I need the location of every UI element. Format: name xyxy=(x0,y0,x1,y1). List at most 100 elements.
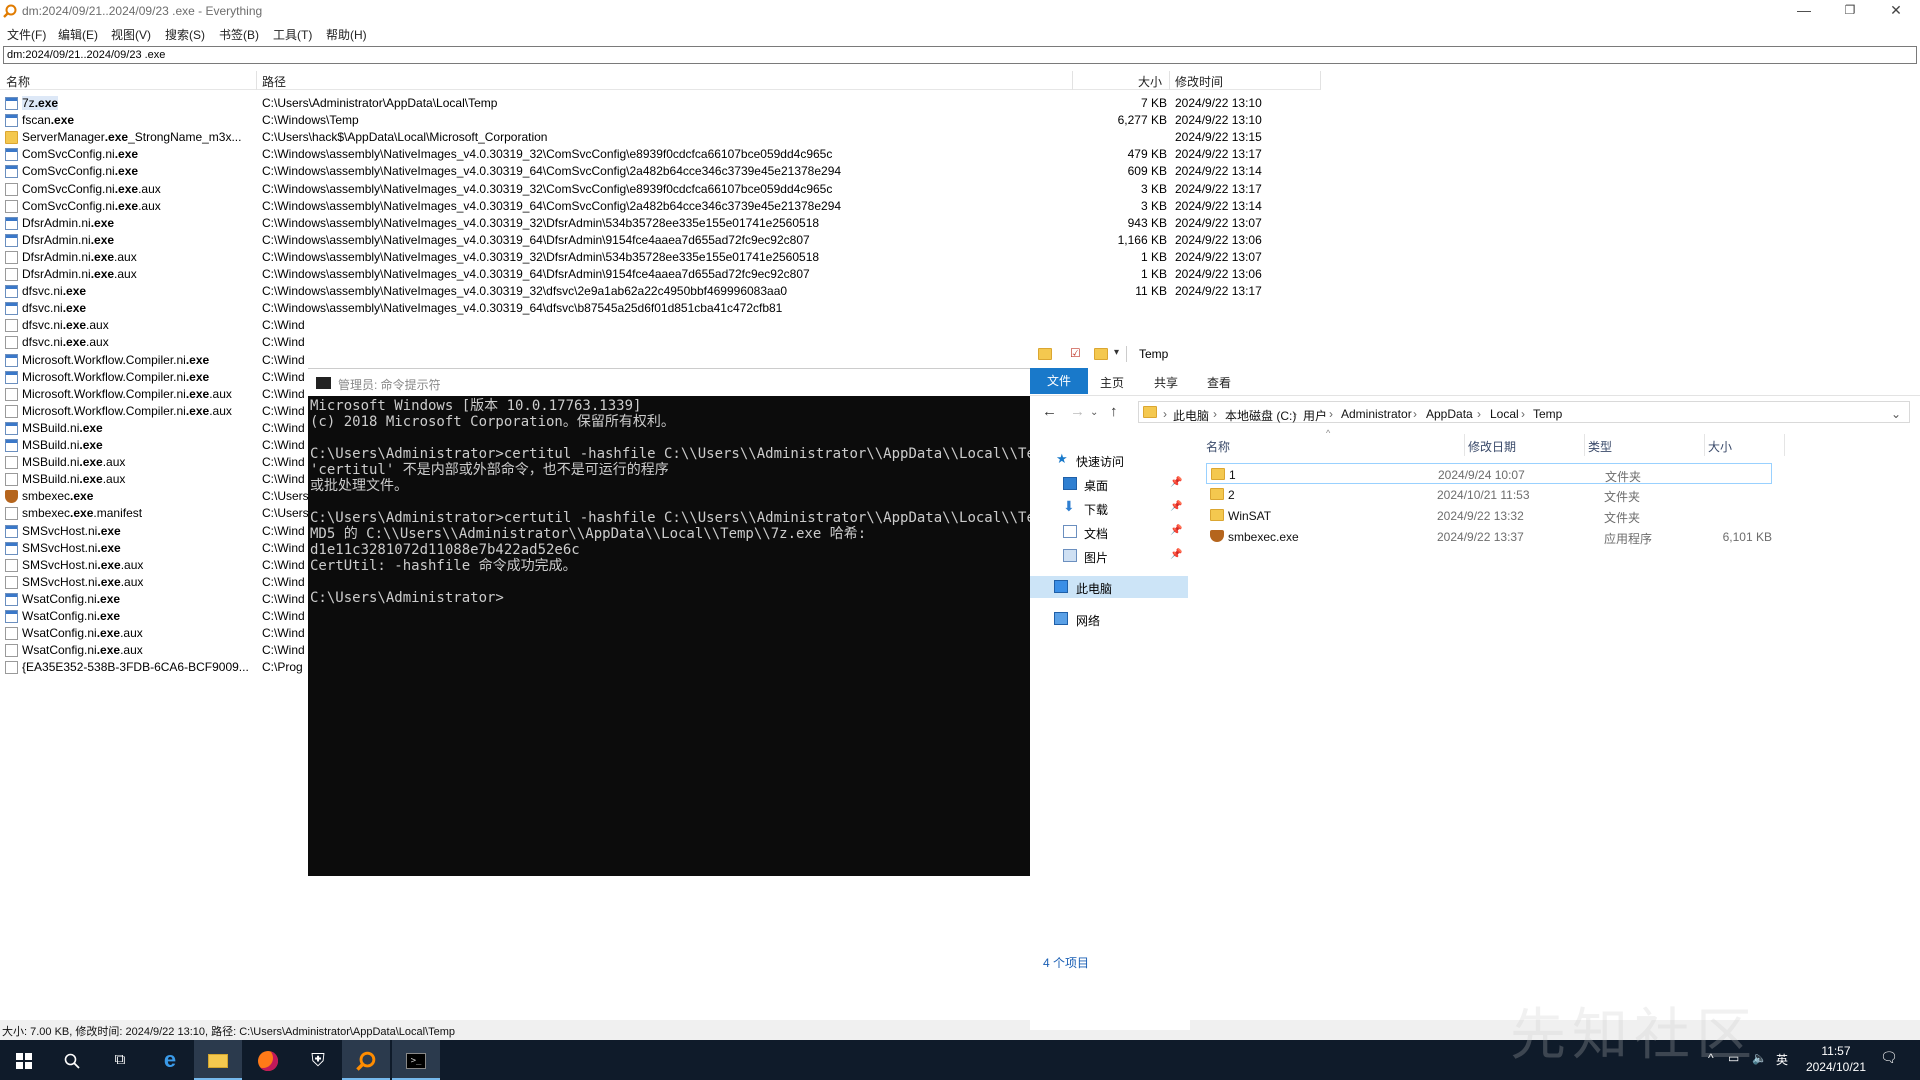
nav-documents[interactable]: 文档 📌 xyxy=(1030,521,1188,543)
search-icon[interactable] xyxy=(48,1040,96,1080)
internet-explorer-icon[interactable]: e xyxy=(146,1040,194,1080)
breadcrumb-users[interactable]: 用户 xyxy=(1303,407,1327,424)
breadcrumb-separator[interactable]: › xyxy=(1163,407,1167,421)
breadcrumb-temp[interactable]: Temp xyxy=(1533,407,1562,421)
col-divider[interactable] xyxy=(256,71,257,90)
breadcrumb-c-drive[interactable]: 本地磁盘 (C:) xyxy=(1225,407,1296,424)
col-header-name[interactable]: 名称 xyxy=(6,73,30,90)
breadcrumb-local[interactable]: Local xyxy=(1490,407,1519,421)
breadcrumb-separator[interactable]: › xyxy=(1477,407,1481,421)
minimize-button[interactable]: — xyxy=(1784,0,1824,22)
file-row[interactable]: 1 2024/9/24 10:07 文件夹 xyxy=(1206,463,1772,484)
console-output[interactable]: Microsoft Windows [版本 10.0.17763.1339] (… xyxy=(308,396,1030,876)
breadcrumb-separator[interactable]: › xyxy=(1413,407,1417,421)
file-row[interactable]: WinSAT 2024/9/22 13:32 文件夹 xyxy=(1206,505,1772,526)
pin-icon[interactable]: 📌 xyxy=(1170,549,1182,560)
col-header-type[interactable]: 类型 xyxy=(1588,438,1612,455)
notification-icon[interactable]: 🗨 xyxy=(1880,1049,1898,1066)
restore-button[interactable]: ❐ xyxy=(1830,0,1870,22)
pin-icon[interactable]: 📌 xyxy=(1170,477,1182,488)
folder-icon xyxy=(5,131,18,145)
file-icon xyxy=(5,268,18,281)
file-row[interactable]: 2 2024/10/21 11:53 文件夹 xyxy=(1206,484,1772,505)
tab-view[interactable]: 查看 xyxy=(1207,374,1231,391)
pin-icon[interactable]: 📌 xyxy=(1170,501,1182,512)
clock[interactable]: 11:57 2024/10/21 xyxy=(1806,1043,1866,1075)
result-name: Microsoft.Workflow.Compiler.ni.exe xyxy=(22,352,210,367)
nav-downloads[interactable]: ⬇ 下载 📌 xyxy=(1030,497,1188,519)
menu-help[interactable]: 帮助(H) xyxy=(326,26,367,43)
cmd-taskbar-icon[interactable]: >_ xyxy=(392,1040,440,1080)
result-name: SMSvcHost.ni.exe.aux xyxy=(22,574,144,589)
file-date: 2024/10/21 11:53 xyxy=(1437,488,1530,502)
back-arrow-icon[interactable]: ← xyxy=(1042,403,1057,420)
result-name: dfsvc.ni.exe xyxy=(22,301,87,316)
breadcrumb-separator[interactable]: › xyxy=(1293,407,1297,421)
close-button[interactable]: ✕ xyxy=(1876,0,1916,22)
executable-icon xyxy=(5,592,18,606)
breadcrumb-separator[interactable]: › xyxy=(1329,407,1333,421)
result-path: C:\Windows\assembly\NativeImages_v4.0.30… xyxy=(262,147,833,162)
col-header-modified[interactable]: 修改时间 xyxy=(1175,73,1223,90)
file-row[interactable]: smbexec.exe 2024/9/22 13:37 应用程序 6,101 KB xyxy=(1206,526,1772,547)
tab-file[interactable]: 文件 xyxy=(1030,368,1088,394)
ime-indicator[interactable]: 英 xyxy=(1776,1051,1788,1068)
nav-desktop[interactable]: 桌面 📌 xyxy=(1030,473,1188,495)
nav-network[interactable]: 网络 xyxy=(1030,608,1188,630)
col-header-name[interactable]: 名称 xyxy=(1206,438,1230,455)
result-name: WsatConfig.ni.exe.aux xyxy=(22,643,143,658)
result-name: MSBuild.ni.exe.aux xyxy=(22,472,126,487)
forward-arrow-icon[interactable]: → xyxy=(1070,403,1085,420)
tab-share[interactable]: 共享 xyxy=(1154,374,1178,391)
breadcrumb-separator[interactable]: › xyxy=(1213,407,1217,421)
menu-file[interactable]: 文件(F) xyxy=(7,26,46,43)
nav-this-pc[interactable]: 此电脑 xyxy=(1030,576,1188,598)
result-size: 943 KB xyxy=(1127,215,1167,230)
breadcrumb-this-pc[interactable]: 此电脑 xyxy=(1173,407,1209,424)
tab-home[interactable]: 主页 xyxy=(1100,374,1124,391)
col-divider[interactable] xyxy=(1704,434,1705,456)
col-header-size[interactable]: 大小 xyxy=(1138,73,1162,90)
result-name: SMSvcHost.ni.exe.aux xyxy=(22,557,144,572)
cmd-titlebar[interactable]: 管理员: 命令提示符 xyxy=(308,368,1030,396)
col-divider[interactable] xyxy=(1320,71,1321,90)
nav-quick-access[interactable]: ★ 快速访问 xyxy=(1030,449,1188,471)
menu-view[interactable]: 视图(V) xyxy=(111,26,151,43)
col-divider[interactable] xyxy=(1784,434,1785,456)
col-header-date[interactable]: 修改日期 xyxy=(1468,438,1516,455)
everything-taskbar-icon[interactable] xyxy=(342,1040,390,1080)
properties-icon[interactable]: ☑ xyxy=(1070,346,1081,360)
security-shield-icon[interactable]: ⛨ xyxy=(294,1040,342,1080)
result-path: C:\Windows\assembly\NativeImages_v4.0.30… xyxy=(262,198,842,213)
menu-edit[interactable]: 编辑(E) xyxy=(58,26,98,43)
address-bar[interactable]: › 此电脑 › 本地磁盘 (C:) › 用户 › Administrator ›… xyxy=(1138,401,1910,423)
col-divider[interactable] xyxy=(1584,434,1585,456)
col-header-size[interactable]: 大小 xyxy=(1708,438,1732,455)
breadcrumb-appdata[interactable]: AppData xyxy=(1426,407,1473,421)
firefox-icon[interactable] xyxy=(244,1040,292,1080)
new-folder-icon[interactable] xyxy=(1094,348,1108,360)
result-path: C:\Wind xyxy=(262,438,305,452)
file-explorer-icon[interactable] xyxy=(194,1040,242,1080)
search-input[interactable] xyxy=(3,46,1917,64)
result-size: 11 KB xyxy=(1135,284,1167,299)
address-dropdown-icon[interactable]: ⌄ xyxy=(1891,407,1901,421)
breadcrumb-separator[interactable]: › xyxy=(1521,407,1525,421)
recent-chevron-icon[interactable]: ⌄ xyxy=(1090,407,1098,418)
up-arrow-icon[interactable]: ↑ xyxy=(1110,403,1118,420)
breadcrumb-administrator[interactable]: Administrator xyxy=(1341,407,1412,421)
col-header-path[interactable]: 路径 xyxy=(262,73,286,90)
customize-toolbar-icon[interactable]: ▾ xyxy=(1114,347,1119,358)
col-divider[interactable] xyxy=(1464,434,1465,456)
result-size: 1 KB xyxy=(1140,267,1167,281)
task-view-icon[interactable]: ⧉ xyxy=(96,1040,144,1080)
result-name: dfsvc.ni.exe.aux xyxy=(22,335,109,350)
pin-icon[interactable]: 📌 xyxy=(1170,525,1182,536)
menu-tools[interactable]: 工具(T) xyxy=(273,26,312,43)
col-divider[interactable] xyxy=(1169,71,1170,90)
start-button[interactable] xyxy=(0,1040,48,1080)
nav-pictures[interactable]: 图片 📌 xyxy=(1030,545,1188,567)
col-divider[interactable] xyxy=(1072,71,1073,90)
menu-search[interactable]: 搜索(S) xyxy=(165,26,205,43)
menu-bookmarks[interactable]: 书签(B) xyxy=(219,26,259,43)
